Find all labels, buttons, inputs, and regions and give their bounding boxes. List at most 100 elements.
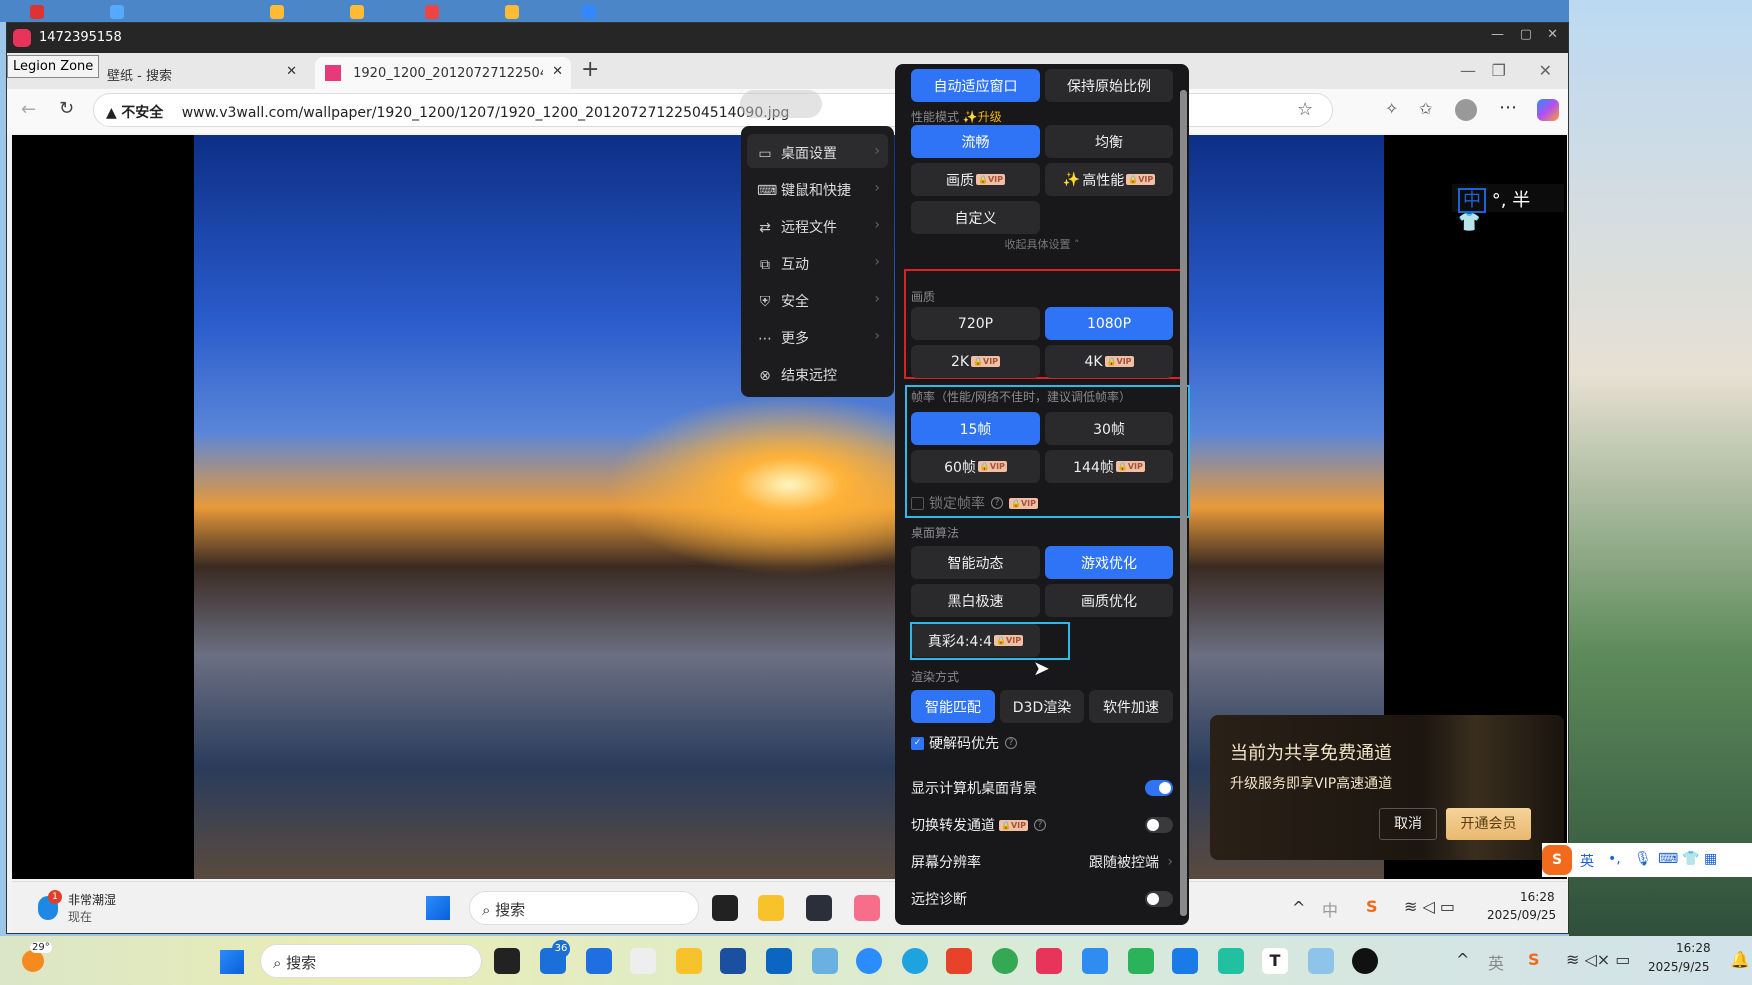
toolbox-icon[interactable]: ▦ (1704, 851, 1717, 867)
relay-toggle[interactable] (1145, 817, 1173, 833)
new-tab-button[interactable]: + (581, 57, 599, 82)
taskview-icon[interactable] (494, 948, 520, 974)
refresh-icon[interactable]: ↻ (59, 98, 74, 119)
render-smart-button[interactable]: 智能匹配 (911, 690, 995, 723)
tray-expand-icon[interactable]: ^ (1456, 950, 1469, 969)
browser-restore-button[interactable]: ❐ (1492, 61, 1506, 80)
perf-balanced-button[interactable]: 均衡 (1045, 125, 1173, 158)
perf-high-button[interactable]: ✨ 高性能 🔒VIP (1045, 163, 1173, 196)
diag-toggle[interactable] (1145, 891, 1173, 907)
remote-app-icon[interactable] (1036, 948, 1062, 974)
close-tab-icon[interactable]: ✕ (552, 64, 563, 79)
app-icon[interactable] (856, 948, 882, 974)
app-icon[interactable] (806, 895, 832, 921)
menu-item-more[interactable]: ⋯ 更多 › (747, 319, 888, 353)
bilibili-icon[interactable] (854, 895, 880, 921)
paint-icon[interactable] (1308, 948, 1334, 974)
ime-status[interactable]: 中 °, 半 👕 (1452, 184, 1564, 233)
typora-icon[interactable]: T (1262, 948, 1288, 974)
extensions-icon[interactable]: ✧ (1385, 99, 1398, 118)
show-bg-toggle[interactable] (1145, 780, 1173, 796)
display-fit-window-button[interactable]: 自动适应窗口 (911, 69, 1040, 102)
algo-mono-button[interactable]: 黑白极速 (911, 584, 1040, 617)
ime-indicator[interactable]: 英 (1488, 950, 1504, 974)
quality-720p-button[interactable]: 720P (911, 307, 1040, 340)
render-d3d-button[interactable]: D3D渲染 (1000, 690, 1084, 723)
menu-item-interact[interactable]: ⧉ 互动 › (747, 245, 888, 279)
quality-2k-button[interactable]: 2K 🔒VIP (911, 345, 1040, 378)
quality-4k-button[interactable]: 4K 🔒VIP (1045, 345, 1173, 378)
store-icon[interactable] (720, 948, 746, 974)
resolution-row[interactable]: 屏幕分辨率 跟随被控端 › (911, 850, 1173, 874)
file-explorer-icon[interactable] (676, 948, 702, 974)
browser-close-button[interactable]: ✕ (1539, 61, 1552, 80)
fps-60-button[interactable]: 60帧 🔒VIP (911, 450, 1040, 483)
fps-15-button[interactable]: 15帧 (911, 412, 1040, 445)
perf-custom-button[interactable]: 自定义 (911, 201, 1040, 234)
app-icon[interactable] (1082, 948, 1108, 974)
clock-time[interactable]: 16:28 (1676, 941, 1711, 955)
menu-item-security[interactable]: ⛨ 安全 › (747, 282, 888, 316)
ime-lang[interactable]: 英 (1580, 851, 1594, 871)
menu-item-keyboard[interactable]: ⌨ 键鼠和快捷 › (747, 171, 888, 205)
fps-30-button[interactable]: 30帧 (1045, 412, 1173, 445)
microphone-icon[interactable]: 🎙 (1634, 851, 1652, 867)
start-button[interactable] (426, 896, 450, 920)
display-original-ratio-button[interactable]: 保持原始比例 (1045, 69, 1173, 102)
sogou-icon[interactable]: S (1528, 950, 1540, 969)
copilot-icon[interactable] (1537, 99, 1559, 121)
app-icon[interactable] (1172, 948, 1198, 974)
wifi-mute-battery-icon[interactable]: ≋ ◁× ▭ (1566, 950, 1630, 969)
algo-game-button[interactable]: 游戏优化 (1045, 546, 1173, 579)
menu-item-end-remote[interactable]: ⊗ 结束远控 (747, 356, 888, 390)
algo-smart-button[interactable]: 智能动态 (911, 546, 1040, 579)
weather-title[interactable]: 非常潮湿 (68, 891, 116, 908)
browser-minimize-button[interactable]: — (1460, 61, 1476, 80)
edge-icon[interactable] (902, 948, 928, 974)
snipping-tool-icon[interactable] (630, 948, 656, 974)
close-tab-icon[interactable]: ✕ (286, 64, 297, 79)
help-icon[interactable]: ? (1005, 737, 1017, 749)
wifi-volume-battery-icon[interactable]: ≋ ◁ ▭ (1404, 897, 1455, 916)
wps-icon[interactable] (946, 948, 972, 974)
app-icon[interactable] (1218, 948, 1244, 974)
chrome-icon[interactable] (992, 948, 1018, 974)
tab-wallpaper[interactable]: 1920_1200_201207271225045140 ✕ (315, 57, 571, 89)
outlook-icon[interactable] (766, 948, 792, 974)
hw-decode-checkbox[interactable]: ✓ (911, 736, 924, 750)
avatar[interactable] (1455, 99, 1477, 121)
more-icon[interactable]: ⋯ (1499, 97, 1517, 118)
start-button[interactable] (220, 950, 244, 974)
ime-punct[interactable]: •, (1608, 851, 1621, 867)
cancel-button[interactable]: 取消 (1379, 808, 1437, 840)
help-icon[interactable]: ? (1034, 819, 1046, 831)
keyboard-icon[interactable]: ⌨ (1658, 851, 1678, 867)
app-icon[interactable] (586, 948, 612, 974)
clock-time[interactable]: 16:28 (1520, 890, 1555, 904)
file-explorer-icon[interactable] (758, 895, 784, 921)
lock-fps-checkbox[interactable] (911, 496, 924, 510)
fps-144-button[interactable]: 144帧 🔒VIP (1045, 450, 1173, 483)
wechat-icon[interactable] (1128, 948, 1154, 974)
notification-bell-icon[interactable]: 🔔 (1730, 950, 1750, 969)
collapse-settings-link[interactable]: 收起具体设置 ˄ (895, 236, 1189, 252)
back-icon[interactable]: ← (21, 99, 36, 120)
taskbar-search[interactable]: ⌕ 搜索 (260, 944, 482, 978)
sogou-icon[interactable]: S (1366, 897, 1378, 916)
panel-scrollbar[interactable] (1180, 90, 1187, 916)
clock-date[interactable]: 2025/09/25 (1487, 908, 1556, 922)
menu-item-remote-files[interactable]: ⇄ 远程文件 › (747, 208, 888, 242)
clock-date[interactable]: 2025/9/25 (1648, 960, 1710, 974)
close-button[interactable]: ✕ (1547, 27, 1558, 42)
tray-expand-icon[interactable]: ^ (1292, 898, 1305, 917)
paint-icon[interactable] (812, 948, 838, 974)
ime-indicator[interactable]: 中 (1322, 897, 1338, 921)
favorite-star-icon[interactable]: ☆ (1297, 99, 1313, 120)
quality-1080p-button[interactable]: 1080P (1045, 307, 1173, 340)
help-icon[interactable]: ? (991, 497, 1003, 509)
upgrade-link[interactable]: 升级 (978, 110, 1002, 124)
skin-icon[interactable]: 👕 (1682, 851, 1699, 867)
perf-smooth-button[interactable]: 流畅 (911, 125, 1040, 158)
render-software-button[interactable]: 软件加速 (1089, 690, 1173, 723)
open-vip-button[interactable]: 开通会员 (1446, 808, 1531, 840)
